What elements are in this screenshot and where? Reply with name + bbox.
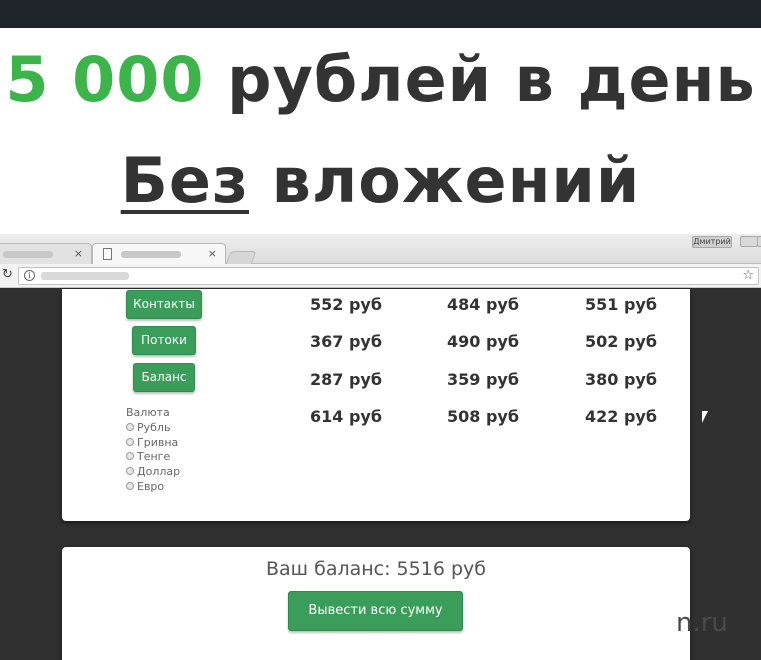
price-cell: 359 руб <box>447 370 520 389</box>
price-cell: 614 руб <box>310 407 383 426</box>
balance-button[interactable]: Баланс <box>133 363 195 392</box>
watermark-text: n.ru <box>676 608 728 638</box>
headline-line-2-rest: вложений <box>249 144 641 217</box>
bookmark-star-icon[interactable]: ☆ <box>742 268 754 283</box>
headline-amount: 5 000 <box>5 43 205 116</box>
reload-icon[interactable]: ↻ <box>2 267 13 282</box>
info-icon[interactable]: i <box>24 270 35 281</box>
currency-option-eur[interactable]: Евро <box>126 480 164 494</box>
currency-option-uah[interactable]: Гривна <box>126 436 178 450</box>
price-cell: 508 руб <box>447 407 520 426</box>
flows-button[interactable]: Потоки <box>132 326 196 355</box>
price-cell: 552 руб <box>310 295 383 314</box>
radio-icon[interactable] <box>126 467 134 475</box>
price-cell: 484 руб <box>447 295 520 314</box>
currency-option-rub[interactable]: Рубль <box>126 421 170 435</box>
contacts-button[interactable]: Контакты <box>126 290 202 319</box>
browser-tab-active[interactable]: × <box>92 243 226 265</box>
currency-option-usd[interactable]: Доллар <box>126 465 180 479</box>
headline-underlined-word: Без <box>120 144 250 217</box>
browser-tab-inactive[interactable]: × <box>0 243 92 265</box>
currency-option-label: Евро <box>137 480 165 493</box>
browser-tab-strip: × × <box>0 234 761 265</box>
page-icon <box>103 248 112 260</box>
headline-line-1: 5 000 рублей в день <box>0 40 761 120</box>
price-cell: 367 руб <box>310 332 383 351</box>
currency-option-label: Рубль <box>137 421 171 434</box>
maximize-button[interactable] <box>757 236 761 247</box>
url-text-blurred <box>41 272 129 280</box>
radio-icon[interactable] <box>126 423 134 431</box>
price-cell: 551 руб <box>585 295 658 314</box>
balance-label: Ваш баланс: 5516 руб <box>266 558 486 580</box>
headline-line-1-rest: рублей в день <box>204 43 756 116</box>
currency-option-label: Доллар <box>137 465 181 478</box>
headline-line-2: Без вложений <box>0 141 761 221</box>
top-dark-strip <box>0 0 761 28</box>
tab-close-icon[interactable]: × <box>208 247 217 260</box>
new-tab-button[interactable] <box>225 251 257 265</box>
mouse-cursor-icon <box>702 411 708 423</box>
radio-icon[interactable] <box>126 452 134 460</box>
tab-title-blurred <box>121 251 181 258</box>
price-cell: 490 руб <box>447 332 520 351</box>
currency-title: Валюта <box>126 406 170 419</box>
currency-option-kzt[interactable]: Тенге <box>126 450 170 464</box>
radio-icon[interactable] <box>126 482 134 490</box>
profile-button[interactable]: Дмитрий <box>692 236 732 248</box>
tab-title-blurred <box>3 251 53 258</box>
price-cell: 502 руб <box>585 332 658 351</box>
minimize-button[interactable] <box>740 236 758 247</box>
radio-icon[interactable] <box>126 438 134 446</box>
currency-option-label: Тенге <box>137 450 171 463</box>
tab-close-icon[interactable]: × <box>74 247 83 260</box>
address-bar: ↻ i ☆ <box>0 264 761 288</box>
currency-option-label: Гривна <box>137 436 179 449</box>
price-cell: 380 руб <box>585 370 658 389</box>
withdraw-all-button[interactable]: Вывести всю сумму <box>288 591 463 631</box>
price-cell: 287 руб <box>310 370 383 389</box>
price-cell: 422 руб <box>585 407 658 426</box>
url-input[interactable]: i ☆ <box>18 267 759 285</box>
